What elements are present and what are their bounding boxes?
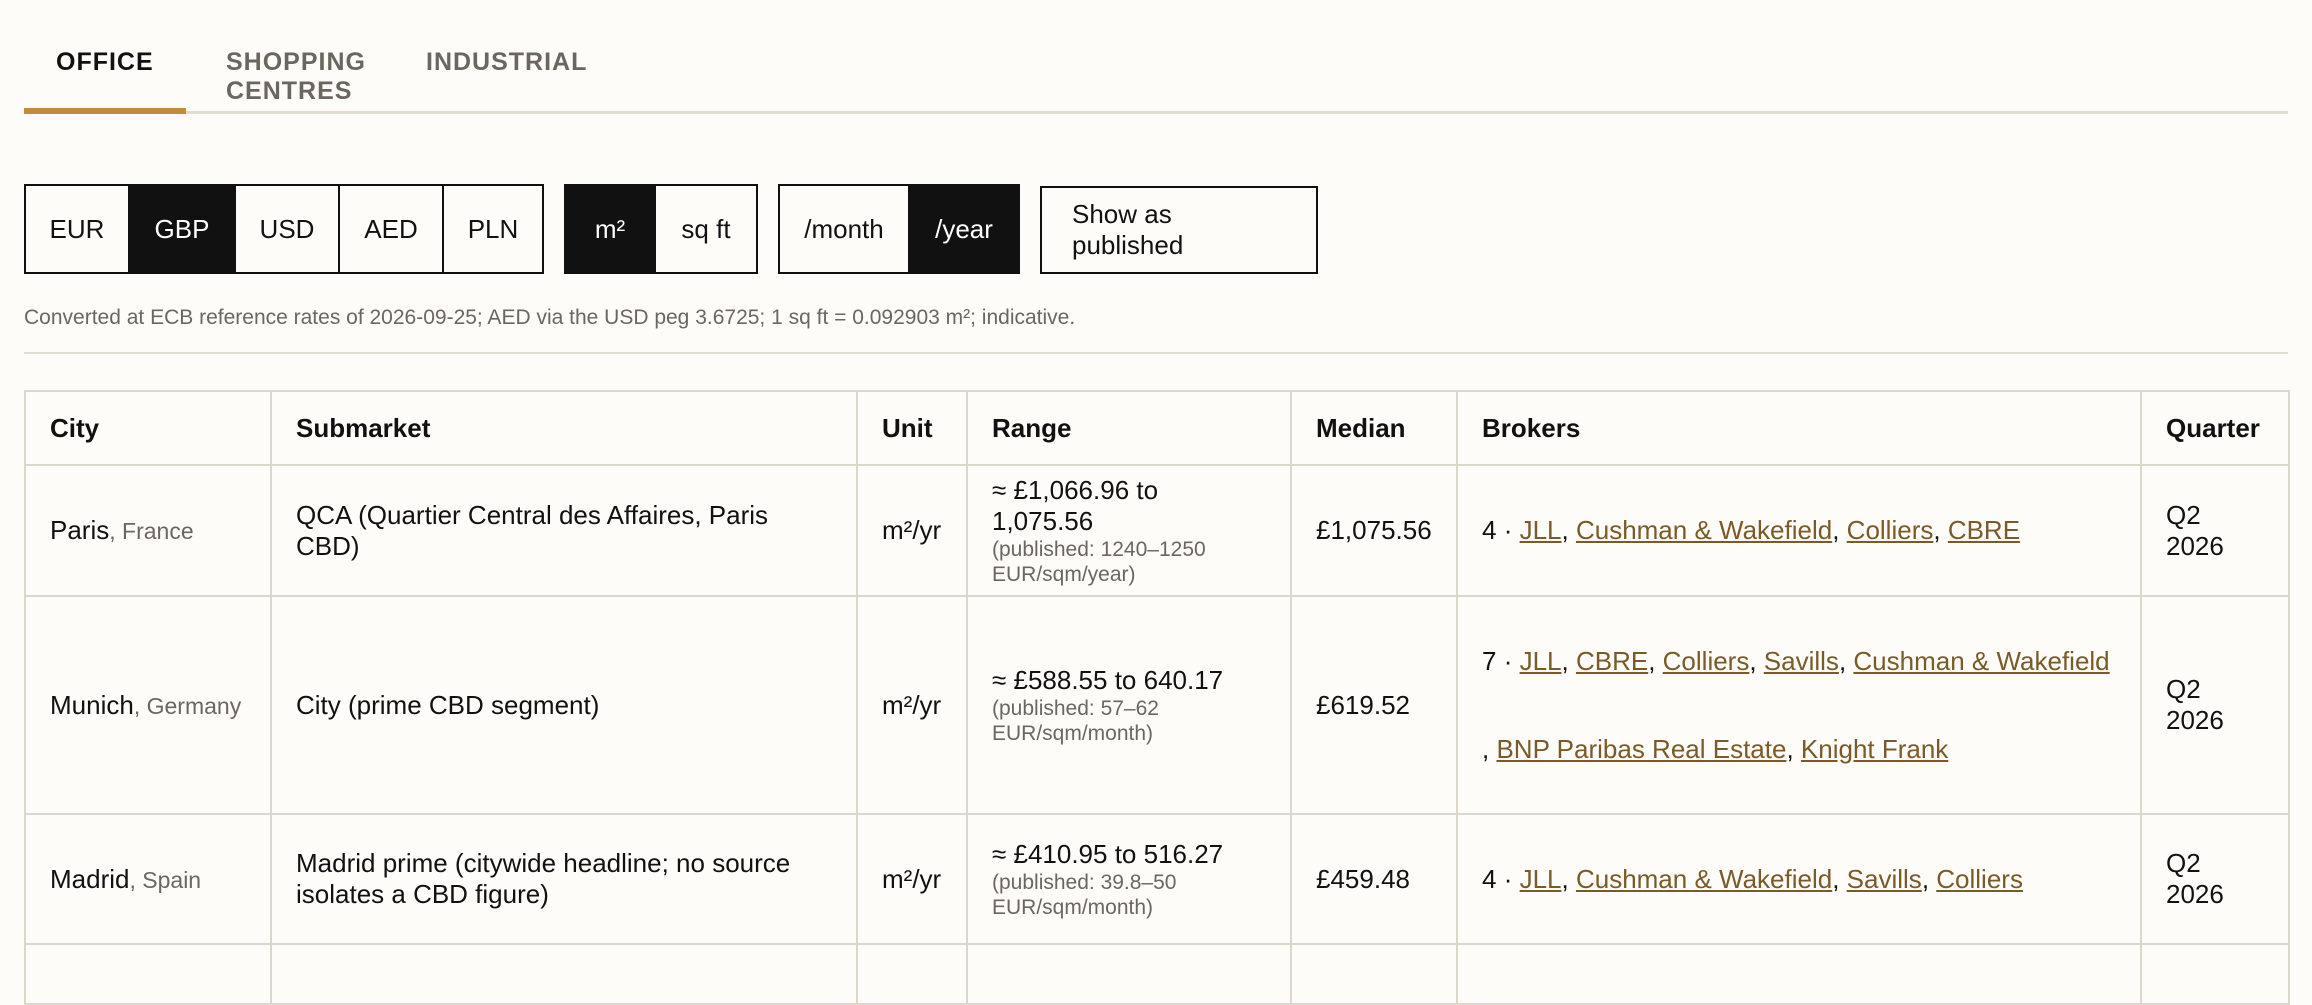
header-unit[interactable]: Unit [856, 390, 968, 466]
broker-link[interactable]: CBRE [1948, 515, 2020, 545]
range-published: (published: 39.8–50 EUR/sqm/month) [992, 870, 1177, 919]
tab-industrial[interactable]: INDUSTRIAL [346, 0, 586, 111]
tab-shopping-centres[interactable]: SHOPPING CENTRES [24, 0, 396, 111]
city-name: Munich [50, 689, 134, 720]
country-name: , Germany [133, 692, 242, 719]
range-cell: ≈ £1,066.96 to 1,075.56 (published: 1240… [966, 464, 1292, 597]
median-cell: £1,075.56 [1290, 464, 1458, 597]
broker-link[interactable]: Colliers [1936, 864, 2023, 894]
broker-link[interactable]: Colliers [1847, 515, 1934, 545]
broker-count: 4 [1482, 863, 1497, 894]
median-cell: £459.48 [1290, 813, 1458, 945]
submarket-cell: City (prime CBD segment) [270, 595, 858, 815]
range-cell: ≈ £410.95 to 516.27 (published: 39.8–50 … [966, 813, 1292, 945]
brokers-cell: 7 · JLL, CBRE, Colliers, Savills, Cushma… [1456, 595, 2142, 815]
brokers-cell: 4 · JLL, Cushman & Wakefield, Colliers, … [1456, 464, 2142, 597]
city-name: Madrid [50, 863, 130, 894]
broker-count: 4 [1482, 515, 1497, 545]
broker-link[interactable]: JLL [1520, 515, 1562, 545]
range-converted: ≈ £1,066.96 to 1,075.56 [992, 474, 1159, 536]
country-name: , France [109, 518, 194, 544]
broker-link[interactable]: Knight Frank [1801, 734, 1948, 764]
unit-m2-button[interactable]: m² [566, 186, 656, 272]
range-published: (published: 57–62 EUR/sqm/month) [992, 696, 1159, 745]
period-toggle: /month /year [778, 184, 1020, 274]
currency-eur-button[interactable]: EUR [26, 186, 130, 272]
header-brokers[interactable]: Brokers [1456, 390, 2142, 466]
currency-pln-button[interactable]: PLN [444, 186, 542, 272]
header-median[interactable]: Median [1290, 390, 1458, 466]
currency-toggle: EUR GBP USD AED PLN [24, 184, 544, 274]
unit-cell: m²/yr [856, 464, 968, 597]
unit-cell: m²/yr [856, 595, 968, 815]
submarket-cell: Madrid prime (citywide headline; no sour… [270, 813, 858, 945]
header-submarket[interactable]: Submarket [270, 390, 858, 466]
brokers-cell: 4 · JLL, Cushman & Wakefield, Savills, C… [1456, 813, 2142, 945]
city-cell: Munich, Germany [24, 595, 272, 815]
table-row: Paris, France QCA (Quartier Central des … [24, 464, 2290, 597]
empty-cell [24, 943, 272, 1005]
table-header-row: City Submarket Unit Range Median Brokers… [24, 390, 2290, 466]
header-quarter[interactable]: Quarter [2140, 390, 2290, 466]
quarter-cell: Q2 2026 [2140, 464, 2290, 597]
period-month-button[interactable]: /month [780, 186, 910, 272]
period-year-button[interactable]: /year [910, 186, 1018, 272]
broker-link[interactable]: CBRE [1576, 646, 1648, 676]
range-cell: ≈ £588.55 to 640.17 (published: 57–62 EU… [966, 595, 1292, 815]
empty-cell [2140, 943, 2290, 1005]
broker-link[interactable]: Savills [1847, 864, 1922, 894]
unit-controls: EUR GBP USD AED PLN m² sq ft /month /yea… [24, 184, 1318, 274]
header-range[interactable]: Range [966, 390, 1292, 466]
category-tabs: OFFICE SHOPPING CENTRES INDUSTRIAL [24, 0, 2288, 114]
empty-cell [1456, 943, 2142, 1005]
empty-cell [856, 943, 968, 1005]
table-row: Madrid, Spain Madrid prime (citywide hea… [24, 813, 2290, 945]
city-cell: Madrid, Spain [24, 813, 272, 945]
show-as-published-button[interactable]: Show as published [1040, 186, 1318, 274]
broker-link[interactable]: Colliers [1663, 646, 1750, 676]
broker-link[interactable]: Savills [1764, 646, 1839, 676]
range-converted: ≈ £588.55 to 640.17 [992, 664, 1224, 695]
currency-usd-button[interactable]: USD [236, 186, 340, 272]
currency-aed-button[interactable]: AED [340, 186, 444, 272]
table-row [24, 943, 2290, 1005]
quarter-cell: Q2 2026 [2140, 595, 2290, 815]
empty-cell [1290, 943, 1458, 1005]
broker-link[interactable]: JLL [1520, 646, 1562, 676]
broker-link[interactable]: BNP Paribas Real Estate [1496, 734, 1786, 764]
broker-count: 7 [1482, 646, 1497, 676]
empty-cell [966, 943, 1292, 1005]
broker-link[interactable]: Cushman & Wakefield [1576, 515, 1832, 545]
unit-cell: m²/yr [856, 813, 968, 945]
empty-cell [270, 943, 858, 1005]
city-cell: Paris, France [24, 464, 272, 597]
broker-link[interactable]: JLL [1520, 864, 1562, 894]
submarket-cell: QCA (Quartier Central des Affaires, Pari… [270, 464, 858, 597]
currency-gbp-button[interactable]: GBP [130, 186, 236, 272]
rent-table: City Submarket Unit Range Median Brokers… [24, 390, 2290, 1005]
conversion-note: Converted at ECB reference rates of 2026… [24, 306, 1076, 329]
divider [24, 352, 2288, 354]
range-converted: ≈ £410.95 to 516.27 [992, 838, 1224, 869]
broker-link[interactable]: Cushman & Wakefield [1576, 864, 1832, 894]
quarter-cell: Q2 2026 [2140, 813, 2290, 945]
city-name: Paris [50, 515, 110, 545]
area-unit-toggle: m² sq ft [564, 184, 758, 274]
unit-sqft-button[interactable]: sq ft [656, 186, 756, 272]
table-row: Munich, Germany City (prime CBD segment)… [24, 595, 2290, 815]
range-published: (published: 1240–1250 EUR/sqm/year) [992, 537, 1206, 586]
broker-link[interactable]: Cushman & Wakefield [1853, 646, 2109, 676]
page: OFFICE SHOPPING CENTRES INDUSTRIAL EUR G… [24, 0, 2290, 1005]
country-name: , Spain [129, 866, 202, 893]
header-city[interactable]: City [24, 390, 272, 466]
median-cell: £619.52 [1290, 595, 1458, 815]
